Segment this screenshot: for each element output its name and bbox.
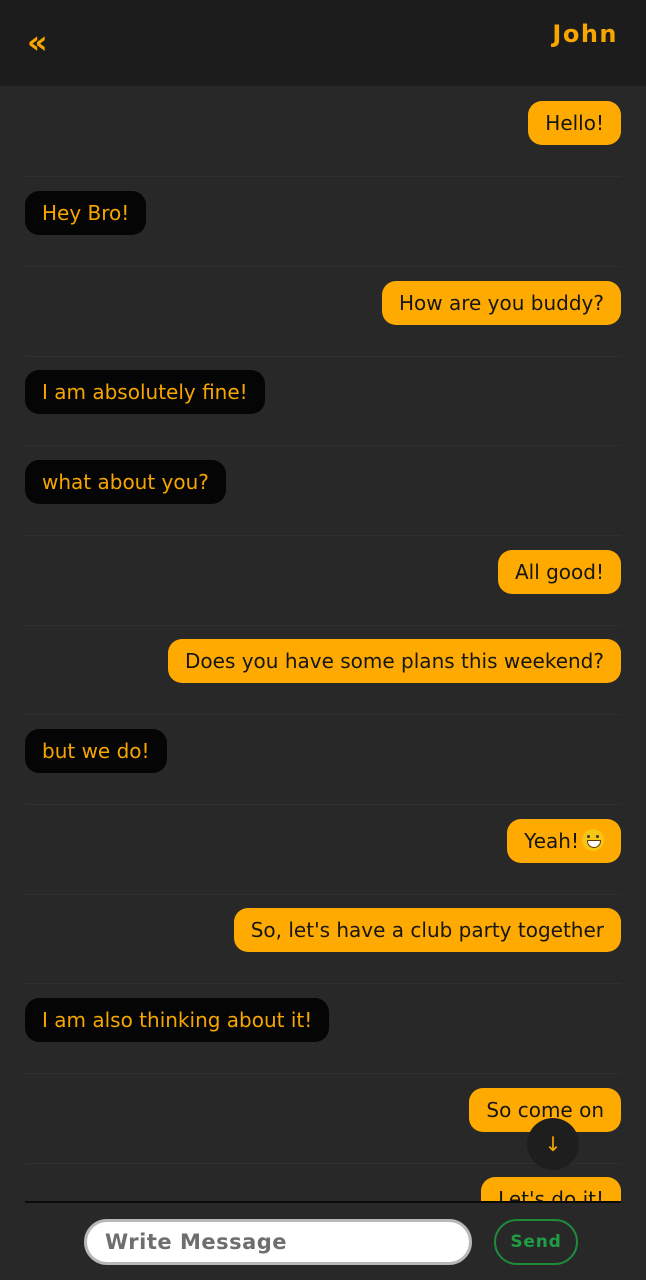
send-button[interactable]: Send bbox=[494, 1219, 578, 1265]
grinning-face-icon bbox=[582, 829, 604, 851]
message-composer: Send bbox=[0, 1203, 646, 1280]
received-message-bubble[interactable]: I am absolutely fine! bbox=[25, 370, 265, 414]
received-message-bubble[interactable]: what about you? bbox=[25, 460, 226, 504]
message-row: what about you? bbox=[25, 445, 621, 536]
message-row: Does you have some plans this weekend? bbox=[25, 624, 621, 715]
contact-name: John bbox=[552, 20, 618, 48]
sent-message-bubble[interactable]: So, let's have a club party together bbox=[233, 908, 621, 952]
message-row: Let's do it! bbox=[25, 1162, 621, 1202]
scroll-down-arrow-icon[interactable]: ↓ bbox=[527, 1118, 579, 1170]
message-row: but we do! bbox=[25, 714, 621, 805]
received-message-bubble[interactable]: I am also thinking about it! bbox=[25, 998, 330, 1042]
message-row: Hey Bro! bbox=[25, 176, 621, 267]
message-text: Yeah! bbox=[524, 829, 579, 853]
sent-message-bubble[interactable]: How are you buddy? bbox=[381, 281, 621, 325]
sent-message-bubble[interactable]: Let's do it! bbox=[481, 1177, 621, 1202]
sent-message-bubble[interactable]: Hello! bbox=[528, 101, 621, 145]
message-list[interactable]: Hello! Hey Bro! How are you buddy? I am … bbox=[0, 86, 646, 1202]
message-row: Hello! bbox=[25, 86, 621, 177]
message-row: All good! bbox=[25, 535, 621, 626]
chat-header: « John bbox=[0, 0, 646, 86]
message-row: I am absolutely fine! bbox=[25, 355, 621, 446]
received-message-bubble[interactable]: Hey Bro! bbox=[25, 191, 147, 235]
sent-message-bubble[interactable]: Yeah! bbox=[507, 819, 621, 863]
received-message-bubble[interactable]: but we do! bbox=[25, 729, 167, 773]
message-input[interactable] bbox=[84, 1219, 472, 1265]
message-row: Yeah! bbox=[25, 804, 621, 895]
message-row: So, let's have a club party together bbox=[25, 893, 621, 984]
message-row: I am also thinking about it! bbox=[25, 983, 621, 1074]
back-arrow-icon[interactable]: « bbox=[27, 24, 57, 60]
sent-message-bubble[interactable]: Does you have some plans this weekend? bbox=[168, 639, 621, 683]
sent-message-bubble[interactable]: All good! bbox=[497, 550, 621, 594]
message-row: How are you buddy? bbox=[25, 266, 621, 357]
